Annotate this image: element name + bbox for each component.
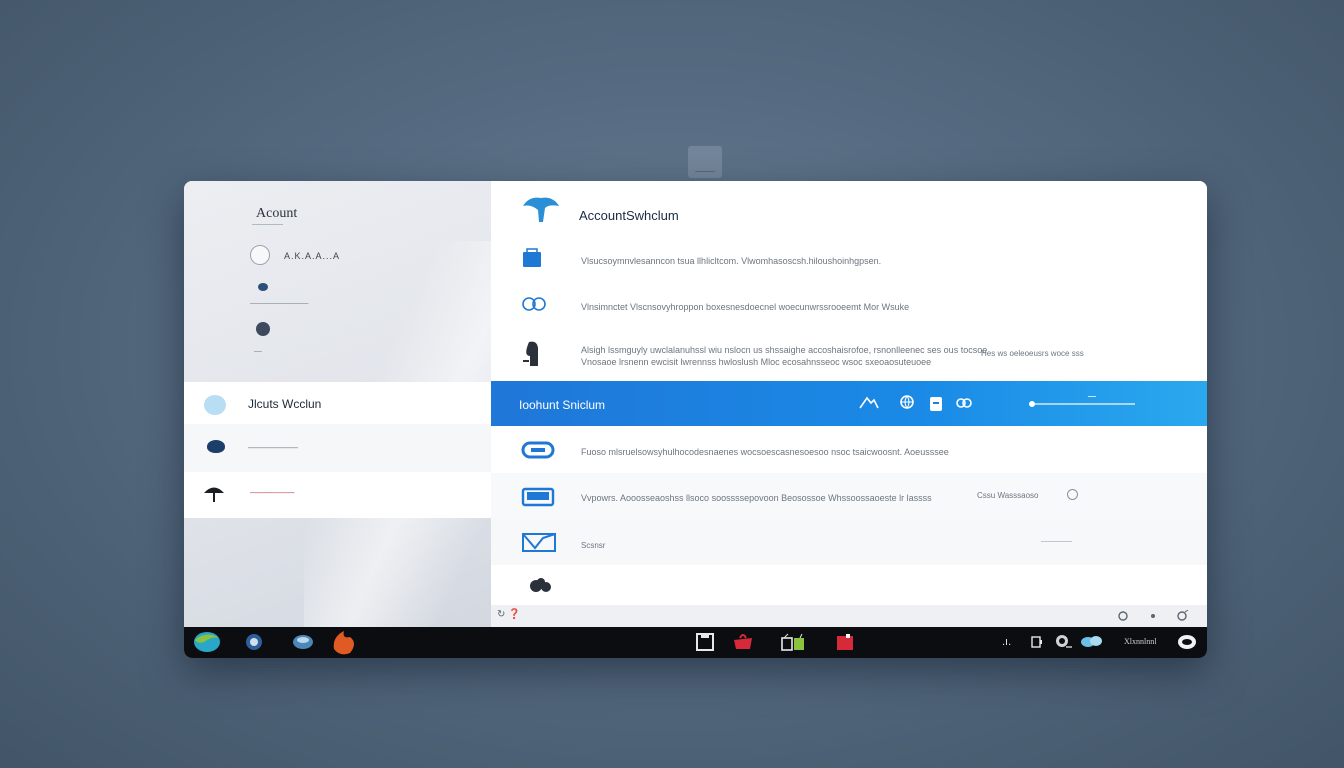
panel-header: AccountSwhclum <box>491 181 1207 236</box>
brand-title: Acount <box>256 206 298 221</box>
sidebar-item-second[interactable]: –––––––––– <box>184 424 492 473</box>
sidebar-item-label: –––––––––– <box>248 442 299 452</box>
bag-icon[interactable] <box>929 394 943 412</box>
main-panel: AccountSwhclum Vlsucsoymnvlesanncon tsua… <box>491 181 1207 629</box>
slider-marker <box>1088 396 1096 397</box>
bird-logo-icon <box>523 197 559 222</box>
gear-icon <box>530 578 551 592</box>
help-icon[interactable] <box>1147 610 1159 622</box>
notification-icon[interactable] <box>1176 633 1198 651</box>
status-bar: ↻ ❓ <box>491 605 1207 629</box>
fire-icon[interactable] <box>330 629 358 655</box>
sidebar-item-label: Jlcuts Wcclun <box>248 397 322 411</box>
list-item[interactable] <box>491 565 1207 606</box>
taskbar: .ı. Xlxnnlnnl <box>184 627 1207 658</box>
list-item-meta: Cssu Wasssaoso <box>977 491 1039 500</box>
page-title: AccountSwhclum <box>579 208 679 223</box>
profile-status-icon <box>258 283 268 291</box>
sidebar-item-third[interactable]: –––––––––– <box>184 472 492 518</box>
window-icon[interactable] <box>694 632 716 652</box>
list-item[interactable]: Fuoso mlsruelsowsyhulhocodesnaenes wocso… <box>491 426 1207 474</box>
list-item-line: Vnosaoe lrsnenn ewcisit lwrennss hwloslu… <box>581 357 932 367</box>
browser-icon[interactable] <box>192 630 222 654</box>
mountain-icon[interactable] <box>859 394 879 410</box>
sidebar: Acount –––––––– A.K.A.A...A ––––––––––––… <box>184 181 564 641</box>
ghost-label: ––––– <box>695 168 715 175</box>
person-icon <box>523 341 538 366</box>
list-item-text: Scsnsr <box>581 541 606 550</box>
slider-handle[interactable] <box>1029 401 1035 407</box>
ring-icon[interactable] <box>1067 489 1078 500</box>
cloud-icon[interactable] <box>1078 634 1104 648</box>
app-window: Acount –––––––– A.K.A.A...A ––––––––––––… <box>184 181 1207 658</box>
list-item[interactable]: Scsnsr –––––––– <box>491 519 1207 566</box>
flag-icon[interactable] <box>834 632 856 652</box>
battery-icon[interactable] <box>1030 635 1044 649</box>
gamepad-icon <box>521 441 555 458</box>
list-item-line: Alsigh lssmguyly uwclalanuhssl wiu nsloc… <box>581 345 988 355</box>
info-icon[interactable] <box>1175 610 1189 622</box>
signal-icon[interactable]: .ı. <box>1002 636 1011 648</box>
list-item-text: Vlsucsoymnvlesanncon tsua llhlicltcom. V… <box>581 256 882 266</box>
mail-icon[interactable] <box>244 632 264 652</box>
sidebar-item-label: –––––––––– <box>250 488 295 497</box>
briefcase-icon <box>521 487 555 507</box>
mail-icon <box>522 533 556 552</box>
avatar[interactable] <box>250 245 270 265</box>
circle-icon <box>204 395 226 415</box>
store-icon[interactable] <box>780 632 806 652</box>
list-item[interactable]: Alsigh lssmguyly uwclalanuhssl wiu nsloc… <box>491 327 1207 382</box>
list-item[interactable]: Vlnsimnctet Vlscnsovyhroppon boxesnesdoe… <box>491 281 1207 328</box>
shop-icon[interactable] <box>732 632 754 652</box>
volume-icon[interactable] <box>1054 633 1074 651</box>
list-item-meta: Hes ws oeleoeusrs woce sss <box>981 349 1084 358</box>
background-window-ghost: ––––– <box>688 146 722 178</box>
selected-row-label: Ioohunt Sniclum <box>519 398 606 412</box>
list-item-meta: –––––––– <box>1041 538 1073 545</box>
gamepad-icon[interactable] <box>292 632 314 650</box>
folder-icon <box>523 248 541 267</box>
brand-subtitle: –––––––– <box>252 221 284 228</box>
list-item-text: Vvpowrs. Aooosseaoshss llsoco soossssepo… <box>581 493 932 503</box>
list-item-text: Fuoso mlsruelsowsyhulhocodesnaenes wocso… <box>581 447 949 457</box>
list-item[interactable]: Vvpowrs. Aooosseaoshss llsoco soossssepo… <box>491 473 1207 520</box>
selected-row-slider[interactable] <box>1031 403 1135 405</box>
list-item-text: Vlnsimnctet Vlscnsovyhroppon boxesnesdoe… <box>581 302 910 312</box>
profile-small-label: –– <box>254 348 262 355</box>
umbrella-icon <box>204 487 224 502</box>
profile-name: A.K.A.A...A <box>284 251 341 261</box>
people-icon <box>522 297 546 311</box>
bird-icon <box>207 440 225 453</box>
sidebar-item-account[interactable]: Jlcuts Wcclun <box>184 382 492 425</box>
profile-dot-icon <box>256 322 270 336</box>
clock[interactable]: Xlxnnlnnl <box>1124 637 1156 646</box>
status-left[interactable]: ↻ ❓ <box>497 609 521 620</box>
selected-row[interactable]: Ioohunt Sniclum <box>491 381 1207 426</box>
list-item[interactable]: Vlsucsoymnvlesanncon tsua llhlicltcom. V… <box>491 235 1207 282</box>
link-icon[interactable] <box>955 394 973 410</box>
list-item-text: Alsigh lssmguyly uwclalanuhssl wiu nsloc… <box>581 344 987 368</box>
settings-icon[interactable] <box>1117 610 1129 622</box>
profile-detail: ––––––––––––––– <box>250 300 309 307</box>
globe-icon[interactable] <box>899 394 915 410</box>
